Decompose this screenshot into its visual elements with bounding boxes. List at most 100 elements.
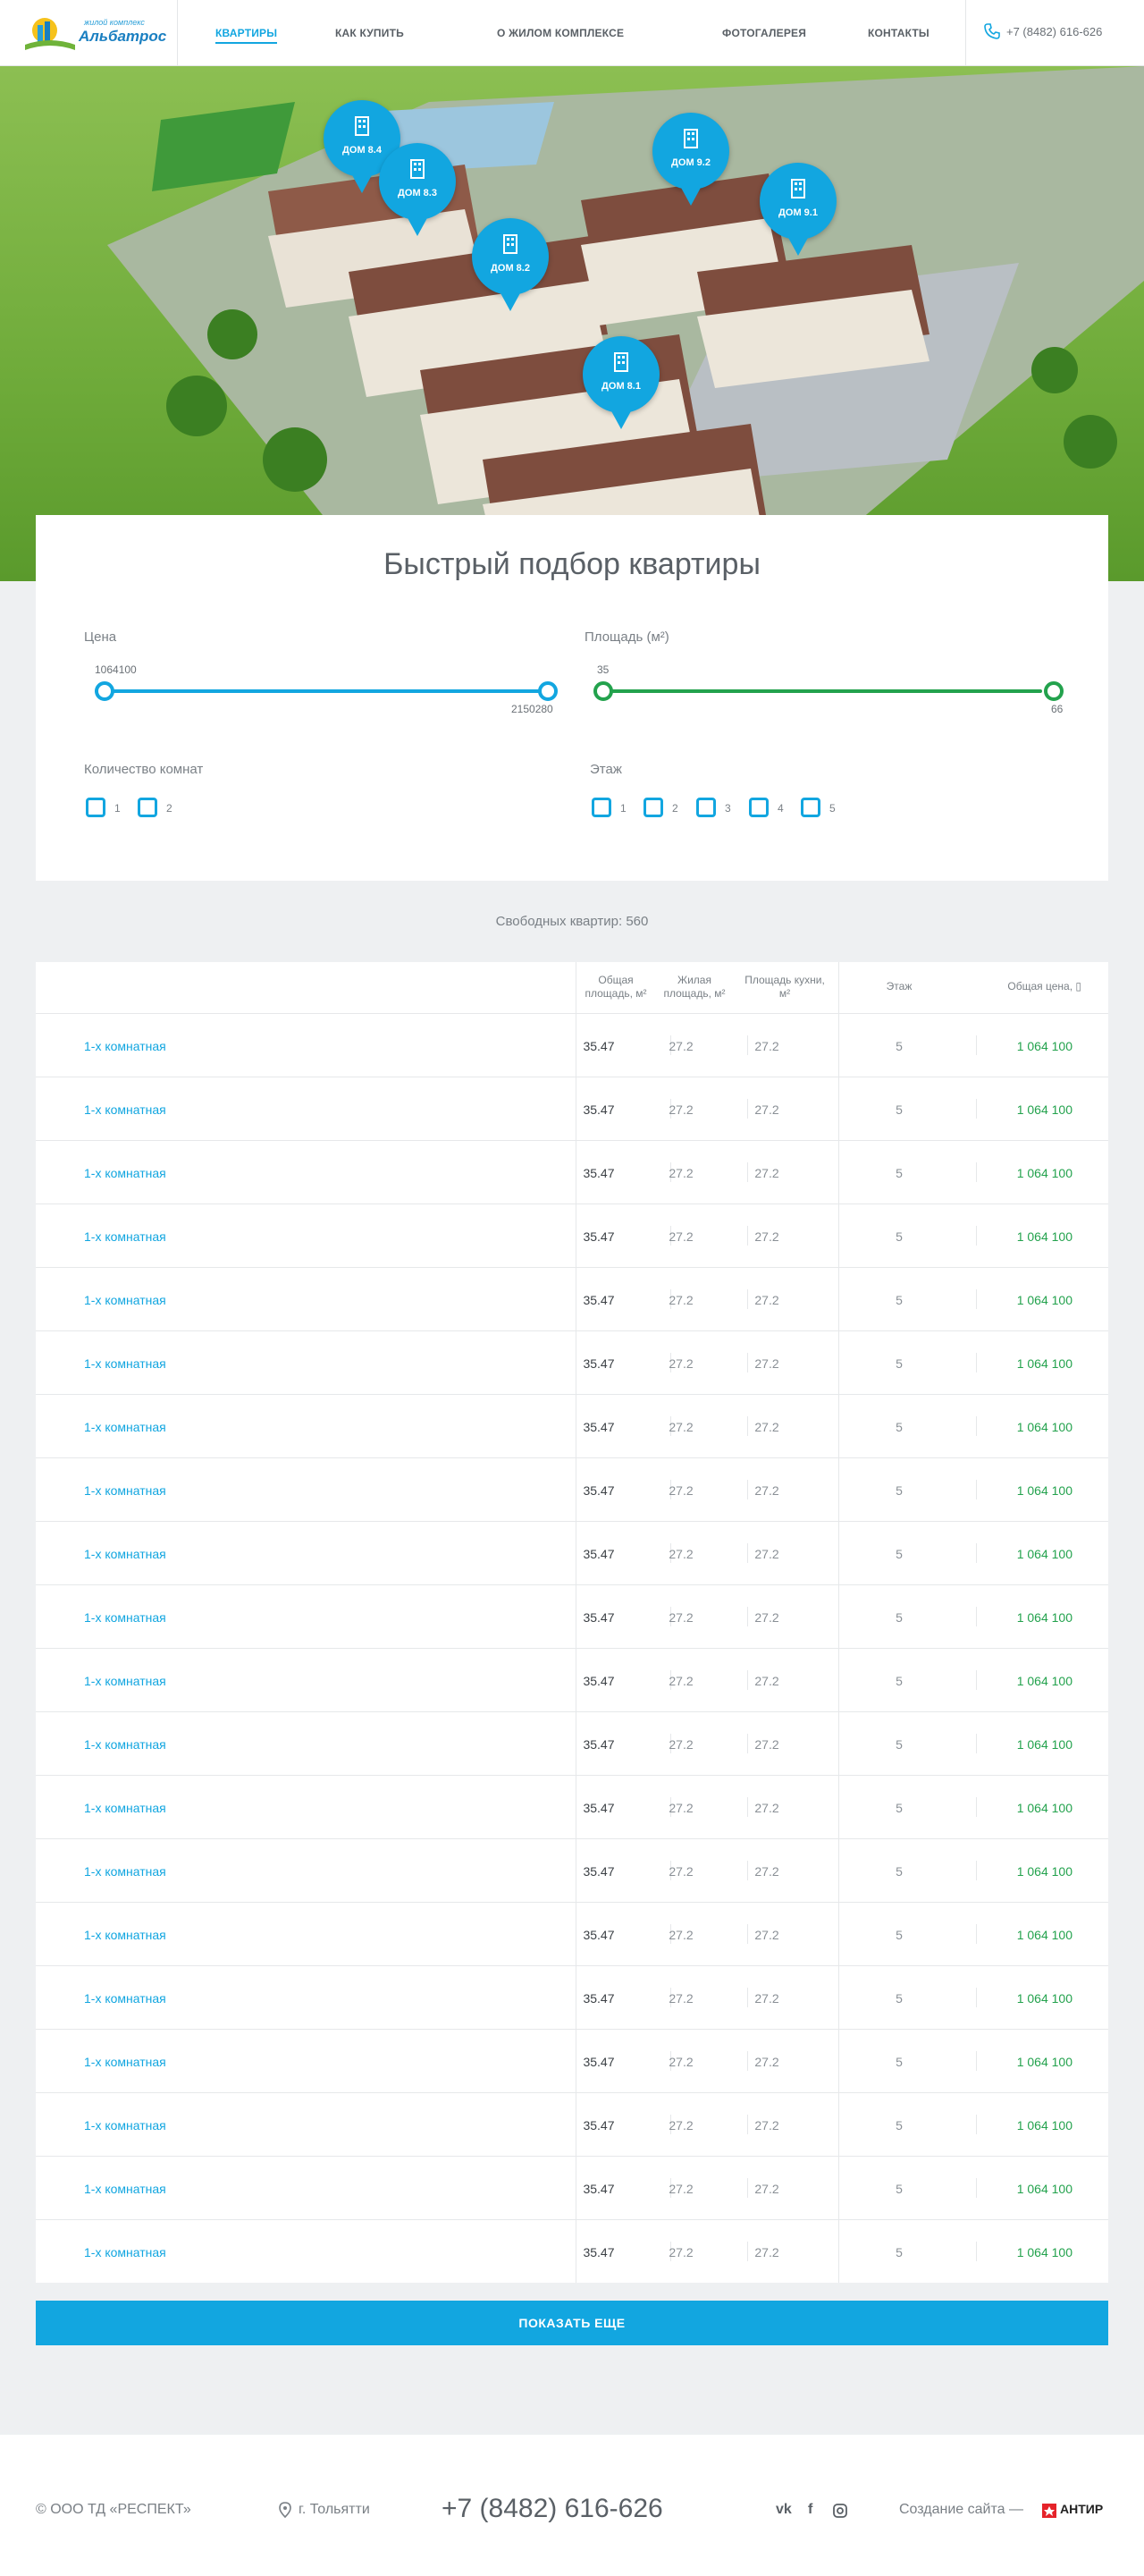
rooms-checkbox-2[interactable] bbox=[138, 798, 157, 817]
price-label: Цена bbox=[84, 629, 117, 645]
area-min-handle[interactable] bbox=[593, 681, 613, 701]
apartment-type-link[interactable]: 1-х комнатная bbox=[84, 2118, 166, 2133]
apartment-type-link[interactable]: 1-х комнатная bbox=[84, 1864, 166, 1879]
total-area-cell: 35.47 bbox=[583, 1039, 615, 1053]
table-row[interactable]: 1-х комнатная 35.47 27.2 27.2 5 1 064 100 bbox=[36, 2029, 1108, 2092]
house-pin-9-1[interactable]: ДОМ 9.1 bbox=[760, 163, 837, 256]
table-row[interactable]: 1-х комнатная 35.47 27.2 27.2 5 1 064 100 bbox=[36, 1267, 1108, 1330]
living-area-cell: 27.2 bbox=[669, 1166, 694, 1180]
apartment-type-link[interactable]: 1-х комнатная bbox=[84, 1229, 166, 1244]
apartment-type-link[interactable]: 1-х комнатная bbox=[84, 1102, 166, 1117]
table-row[interactable]: 1-х комнатная 35.47 27.2 27.2 5 1 064 100 bbox=[36, 1330, 1108, 1394]
house-pin-8-3[interactable]: ДОМ 8.3 bbox=[379, 143, 456, 236]
vk-icon[interactable]: vk bbox=[776, 2502, 792, 2518]
price-max-value: 2150280 bbox=[511, 703, 553, 715]
instagram-icon[interactable] bbox=[833, 2504, 847, 2518]
house-pin-8-2[interactable]: ДОМ 8.2 bbox=[472, 218, 549, 311]
table-row[interactable]: 1-х комнатная 35.47 27.2 27.2 5 1 064 100 bbox=[36, 1711, 1108, 1775]
floor-checkbox-3[interactable] bbox=[696, 798, 716, 817]
kitchen-area-cell: 27.2 bbox=[754, 2118, 779, 2133]
apartment-type-link[interactable]: 1-х комнатная bbox=[84, 1991, 166, 2006]
table-row[interactable]: 1-х комнатная 35.47 27.2 27.2 5 1 064 100 bbox=[36, 1457, 1108, 1521]
floor-cell: 5 bbox=[896, 1737, 903, 1752]
antir-logo-icon bbox=[1042, 2504, 1056, 2518]
nav-about[interactable]: О ЖИЛОМ КОМПЛЕКСЕ bbox=[497, 27, 624, 39]
table-row[interactable]: 1-х комнатная 35.47 27.2 27.2 5 1 064 100 bbox=[36, 1902, 1108, 1965]
facebook-icon[interactable]: f bbox=[808, 2502, 812, 2518]
column-header-living-area[interactable]: Жилая площадь, м² bbox=[654, 974, 735, 1001]
nav-gallery[interactable]: ФОТОГАЛЕРЕЯ bbox=[722, 27, 806, 39]
apartment-type-link[interactable]: 1-х комнатная bbox=[84, 1356, 166, 1371]
apartment-type-link[interactable]: 1-х комнатная bbox=[84, 1737, 166, 1752]
apartment-type-link[interactable]: 1-х комнатная bbox=[84, 1166, 166, 1180]
column-header-kitchen-area[interactable]: Площадь кухни, м² bbox=[740, 974, 829, 1001]
floor-checkbox-5[interactable] bbox=[801, 798, 820, 817]
area-slider-track[interactable] bbox=[595, 689, 1042, 693]
show-more-button[interactable]: ПОКАЗАТЬ ЕЩЕ bbox=[36, 2301, 1108, 2345]
table-row[interactable]: 1-х комнатная 35.47 27.2 27.2 5 1 064 100 bbox=[36, 1013, 1108, 1077]
quick-filter-panel: Быстрый подбор квартиры Цена 1064100 215… bbox=[36, 515, 1108, 881]
studio-link[interactable]: АНТИР bbox=[1060, 2502, 1103, 2516]
floor-cell: 5 bbox=[896, 1356, 903, 1371]
nav-how-to-buy[interactable]: КАК КУПИТЬ bbox=[335, 27, 404, 39]
header-line: Жилая bbox=[677, 974, 711, 986]
column-header-total-area[interactable]: Общая площадь, м² bbox=[576, 974, 656, 1001]
column-header-price[interactable]: Общая цена, ▯ bbox=[983, 980, 1081, 993]
apartment-type-link[interactable]: 1-х комнатная bbox=[84, 1293, 166, 1307]
floor-checkbox-4[interactable] bbox=[749, 798, 769, 817]
living-area-cell: 27.2 bbox=[669, 1356, 694, 1371]
price-cell: 1 064 100 bbox=[1016, 1102, 1072, 1117]
apartment-type-link[interactable]: 1-х комнатная bbox=[84, 1801, 166, 1815]
table-row[interactable]: 1-х комнатная 35.47 27.2 27.2 5 1 064 100 bbox=[36, 2092, 1108, 2156]
total-area-cell: 35.47 bbox=[583, 1610, 615, 1625]
building-icon bbox=[791, 179, 805, 198]
price-max-handle[interactable] bbox=[538, 681, 558, 701]
table-row[interactable]: 1-х комнатная 35.47 27.2 27.2 5 1 064 100 bbox=[36, 1394, 1108, 1457]
table-row[interactable]: 1-х комнатная 35.47 27.2 27.2 5 1 064 100 bbox=[36, 2156, 1108, 2219]
table-row[interactable]: 1-х комнатная 35.47 27.2 27.2 5 1 064 100 bbox=[36, 1965, 1108, 2029]
apartment-type-link[interactable]: 1-х комнатная bbox=[84, 1928, 166, 1942]
floor-checkbox-2[interactable] bbox=[644, 798, 663, 817]
table-row[interactable]: 1-х комнатная 35.47 27.2 27.2 5 1 064 100 bbox=[36, 1204, 1108, 1267]
header-phone[interactable]: +7 (8482) 616-626 bbox=[1006, 25, 1102, 38]
rooms-checkbox-1[interactable] bbox=[86, 798, 105, 817]
apartment-type-link[interactable]: 1-х комнатная bbox=[84, 2245, 166, 2259]
nav-apartments[interactable]: КВАРТИРЫ bbox=[215, 27, 278, 44]
apartment-type-link[interactable]: 1-х комнатная bbox=[84, 1420, 166, 1434]
kitchen-area-cell: 27.2 bbox=[754, 2245, 779, 2259]
kitchen-area-cell: 27.2 bbox=[754, 1801, 779, 1815]
apartment-type-link[interactable]: 1-х комнатная bbox=[84, 1039, 166, 1053]
apartment-type-link[interactable]: 1-х комнатная bbox=[84, 1483, 166, 1498]
table-row[interactable]: 1-х комнатная 35.47 27.2 27.2 5 1 064 100 bbox=[36, 1521, 1108, 1584]
floor-cell: 5 bbox=[896, 1166, 903, 1180]
table-row[interactable]: 1-х комнатная 35.47 27.2 27.2 5 1 064 100 bbox=[36, 1648, 1108, 1711]
footer-phone[interactable]: +7 (8482) 616-626 bbox=[442, 2494, 663, 2524]
area-max-handle[interactable] bbox=[1044, 681, 1064, 701]
kitchen-area-cell: 27.2 bbox=[754, 1674, 779, 1688]
table-row[interactable]: 1-х комнатная 35.47 27.2 27.2 5 1 064 100 bbox=[36, 2219, 1108, 2283]
price-slider-track[interactable] bbox=[95, 689, 540, 693]
apartment-type-link[interactable]: 1-х комнатная bbox=[84, 1547, 166, 1561]
table-row[interactable]: 1-х комнатная 35.47 27.2 27.2 5 1 064 100 bbox=[36, 1077, 1108, 1140]
living-area-cell: 27.2 bbox=[669, 1420, 694, 1434]
house-pin-8-1[interactable]: ДОМ 8.1 bbox=[583, 336, 660, 429]
nav-contacts[interactable]: КОНТАКТЫ bbox=[868, 27, 930, 39]
logo[interactable]: жилой комплекс Альбатрос bbox=[25, 11, 166, 55]
table-row[interactable]: 1-х комнатная 35.47 27.2 27.2 5 1 064 100 bbox=[36, 1584, 1108, 1648]
house-pin-9-2[interactable]: ДОМ 9.2 bbox=[652, 113, 729, 206]
apartment-type-link[interactable]: 1-х комнатная bbox=[84, 1674, 166, 1688]
floor-checkbox-1[interactable] bbox=[592, 798, 611, 817]
living-area-cell: 27.2 bbox=[669, 1737, 694, 1752]
floor-cell: 5 bbox=[896, 1864, 903, 1879]
apartment-type-link[interactable]: 1-х комнатная bbox=[84, 2055, 166, 2069]
table-row[interactable]: 1-х комнатная 35.47 27.2 27.2 5 1 064 100 bbox=[36, 1140, 1108, 1204]
building-icon bbox=[684, 129, 698, 148]
table-row[interactable]: 1-х комнатная 35.47 27.2 27.2 5 1 064 100 bbox=[36, 1775, 1108, 1838]
price-min-handle[interactable] bbox=[95, 681, 114, 701]
apartment-type-link[interactable]: 1-х комнатная bbox=[84, 2182, 166, 2196]
living-area-cell: 27.2 bbox=[669, 1102, 694, 1117]
price-cell: 1 064 100 bbox=[1016, 1610, 1072, 1625]
table-row[interactable]: 1-х комнатная 35.47 27.2 27.2 5 1 064 100 bbox=[36, 1838, 1108, 1902]
apartment-type-link[interactable]: 1-х комнатная bbox=[84, 1610, 166, 1625]
column-header-floor[interactable]: Этаж bbox=[863, 980, 935, 993]
